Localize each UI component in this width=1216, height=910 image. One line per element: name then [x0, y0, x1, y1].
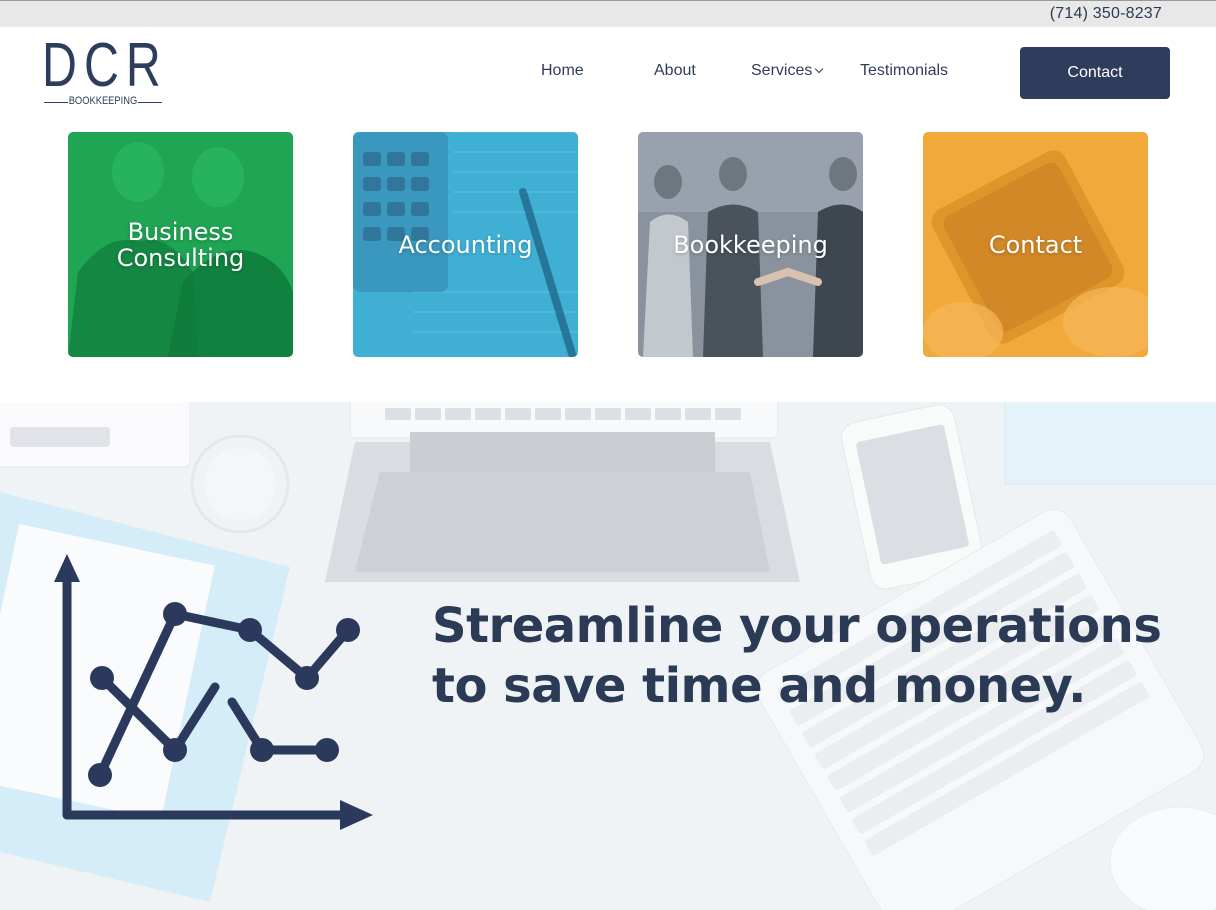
nav-home[interactable]: Home	[541, 62, 584, 80]
nav-testimonials[interactable]: Testimonials	[860, 62, 948, 80]
tile-label: Business Consulting	[117, 219, 245, 271]
hero-headline: Streamline your operations to save time …	[432, 596, 1162, 716]
tile-label: Accounting	[398, 230, 533, 259]
tile-label: Bookkeeping	[673, 230, 828, 259]
site-header: DCR BOOKKEEPING Home About Services Test…	[0, 27, 1216, 117]
tile-accounting[interactable]: Accounting	[353, 132, 578, 357]
contact-button[interactable]: Contact	[1020, 47, 1170, 99]
chevron-down-icon	[815, 64, 824, 74]
tile-business-consulting[interactable]: Business Consulting	[68, 132, 293, 357]
nav-about[interactable]: About	[654, 62, 696, 80]
logo-mark: DCR	[42, 31, 168, 100]
tile-contact[interactable]: Contact	[923, 132, 1148, 357]
tile-bookkeeping[interactable]: Bookkeeping	[638, 132, 863, 357]
tile-label-line: Business	[127, 217, 234, 246]
logo-tagline-row: BOOKKEEPING	[42, 95, 164, 111]
top-bar: (714) 350-8237	[0, 0, 1216, 27]
tile-label: Contact	[988, 230, 1083, 259]
divider	[138, 102, 162, 103]
nav-services-label: Services	[751, 62, 813, 79]
nav-services[interactable]: Services	[751, 62, 824, 80]
logo[interactable]: DCR BOOKKEEPING	[42, 35, 164, 111]
phone-number[interactable]: (714) 350-8237	[1050, 5, 1162, 23]
tile-label-line: Consulting	[116, 243, 245, 272]
headline-line: Streamline your operations	[432, 598, 1162, 654]
logo-tagline: BOOKKEEPING	[68, 95, 138, 107]
headline-line: to save time and money.	[432, 658, 1086, 714]
